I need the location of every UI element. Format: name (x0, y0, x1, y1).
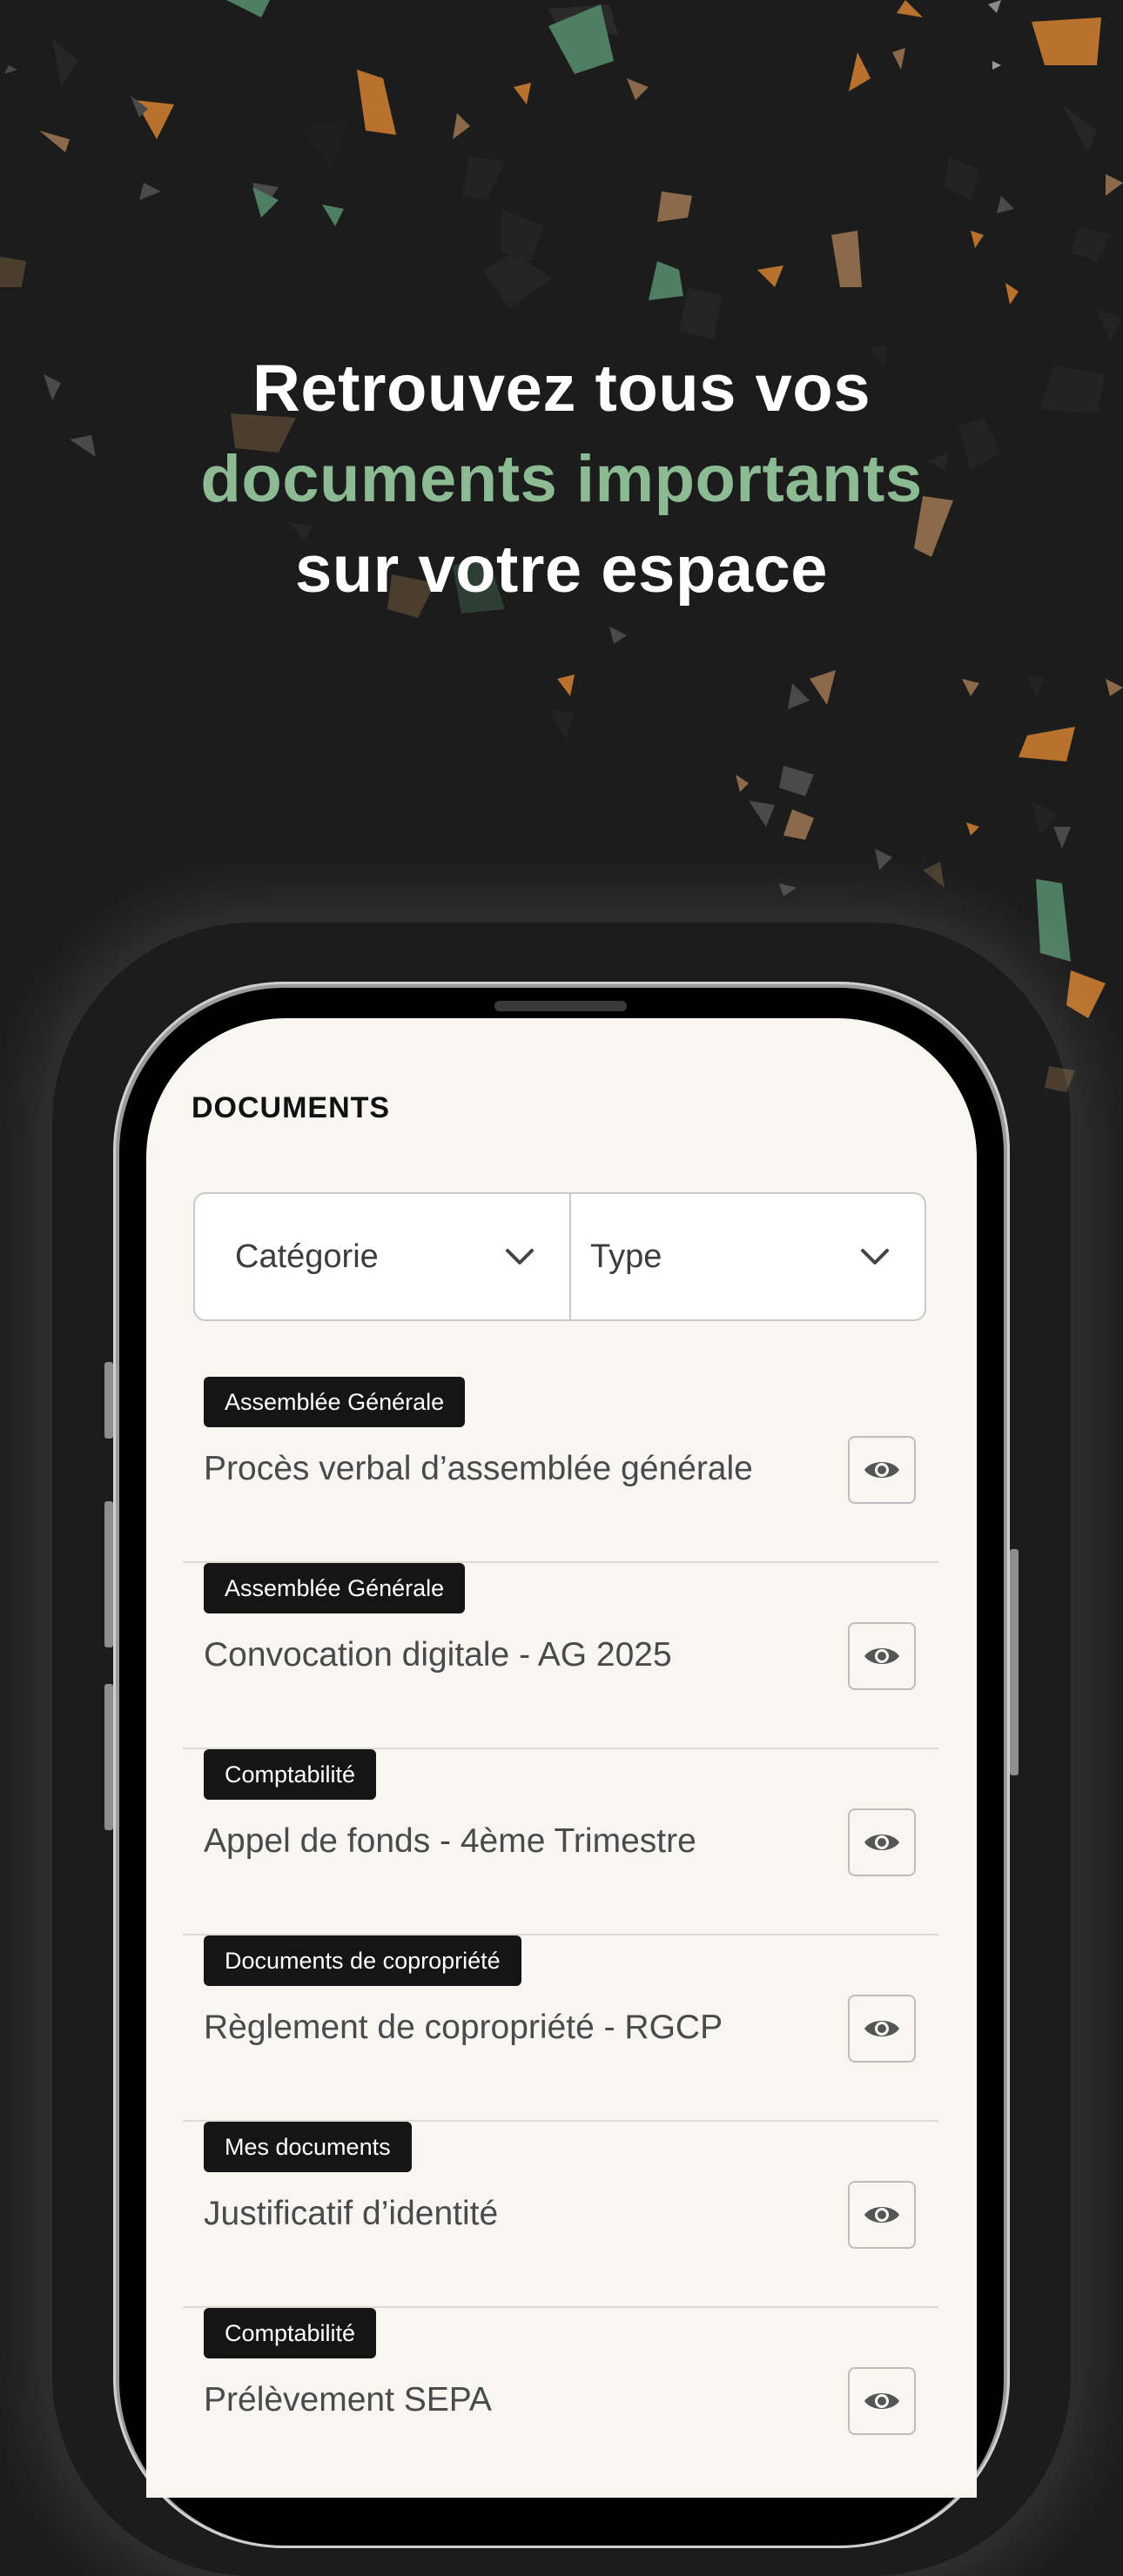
category-badge: Mes documents (204, 2122, 412, 2172)
document-row[interactable]: Assemblée Générale Procès verbal d’assem… (183, 1377, 938, 1563)
document-title: Prélèvement SEPA (204, 2381, 492, 2418)
view-document-button[interactable] (848, 2181, 916, 2249)
category-filter-select[interactable]: Catégorie (195, 1194, 569, 1319)
category-badge: Documents de copropriété (204, 1935, 521, 1986)
headline-line-3: sur votre espace (294, 533, 829, 607)
document-row[interactable]: Assemblée Générale Convocation digitale … (183, 1563, 938, 1749)
phone-volume-down-button (104, 1684, 113, 1830)
type-filter-select[interactable]: Type (569, 1194, 925, 1319)
document-title: Règlement de copropriété - RGCP (204, 2009, 723, 2046)
view-document-button[interactable] (848, 1436, 916, 1504)
headline-line-2-accent: documents importants (200, 442, 923, 516)
document-row[interactable]: Documents de copropriété Règlement de co… (183, 1935, 938, 2122)
document-title: Justificatif d’identité (204, 2195, 499, 2232)
category-badge: Comptabilité (204, 1749, 377, 1800)
category-badge: Comptabilité (204, 2308, 377, 2358)
view-document-button[interactable] (848, 2367, 916, 2435)
eye-icon (864, 1462, 899, 1478)
chevron-down-icon (861, 1249, 889, 1265)
filter-bar: Catégorie Type (193, 1192, 926, 1321)
category-filter-label: Catégorie (235, 1238, 379, 1275)
eye-icon (864, 2393, 899, 2409)
page-title: DOCUMENTS (192, 1091, 391, 1124)
document-row[interactable]: Mes documents Justificatif d’identité (183, 2122, 938, 2308)
type-filter-label: Type (590, 1238, 662, 1275)
phone-action-button (104, 1362, 113, 1439)
document-title: Appel de fonds - 4ème Trimestre (204, 1822, 696, 1860)
phone-speaker (494, 1001, 627, 1011)
category-badge: Assemblée Générale (204, 1563, 466, 1613)
view-document-button[interactable] (848, 1995, 916, 2063)
chevron-down-icon (506, 1249, 534, 1265)
document-row[interactable]: Comptabilité Prélèvement SEPA (183, 2308, 938, 2492)
phone-screen: DOCUMENTS Catégorie Type Assemblée Génér… (146, 1018, 977, 2498)
document-row[interactable]: Comptabilité Appel de fonds - 4ème Trime… (183, 1749, 938, 1935)
headline: Retrouvez tous vos documents importants … (0, 344, 1123, 615)
document-title: Convocation digitale - AG 2025 (204, 1636, 672, 1674)
document-title: Procès verbal d’assemblée générale (204, 1450, 753, 1487)
eye-icon (864, 2021, 899, 2036)
phone-power-button (1010, 1549, 1019, 1775)
view-document-button[interactable] (848, 1808, 916, 1876)
category-badge: Assemblée Générale (204, 1377, 466, 1427)
eye-icon (864, 1648, 899, 1664)
phone-volume-up-button (104, 1501, 113, 1647)
view-document-button[interactable] (848, 1622, 916, 1690)
headline-line-1: Retrouvez tous vos (252, 352, 871, 426)
eye-icon (864, 2207, 899, 2223)
eye-icon (864, 1835, 899, 1850)
document-list: Assemblée Générale Procès verbal d’assem… (183, 1377, 938, 2492)
